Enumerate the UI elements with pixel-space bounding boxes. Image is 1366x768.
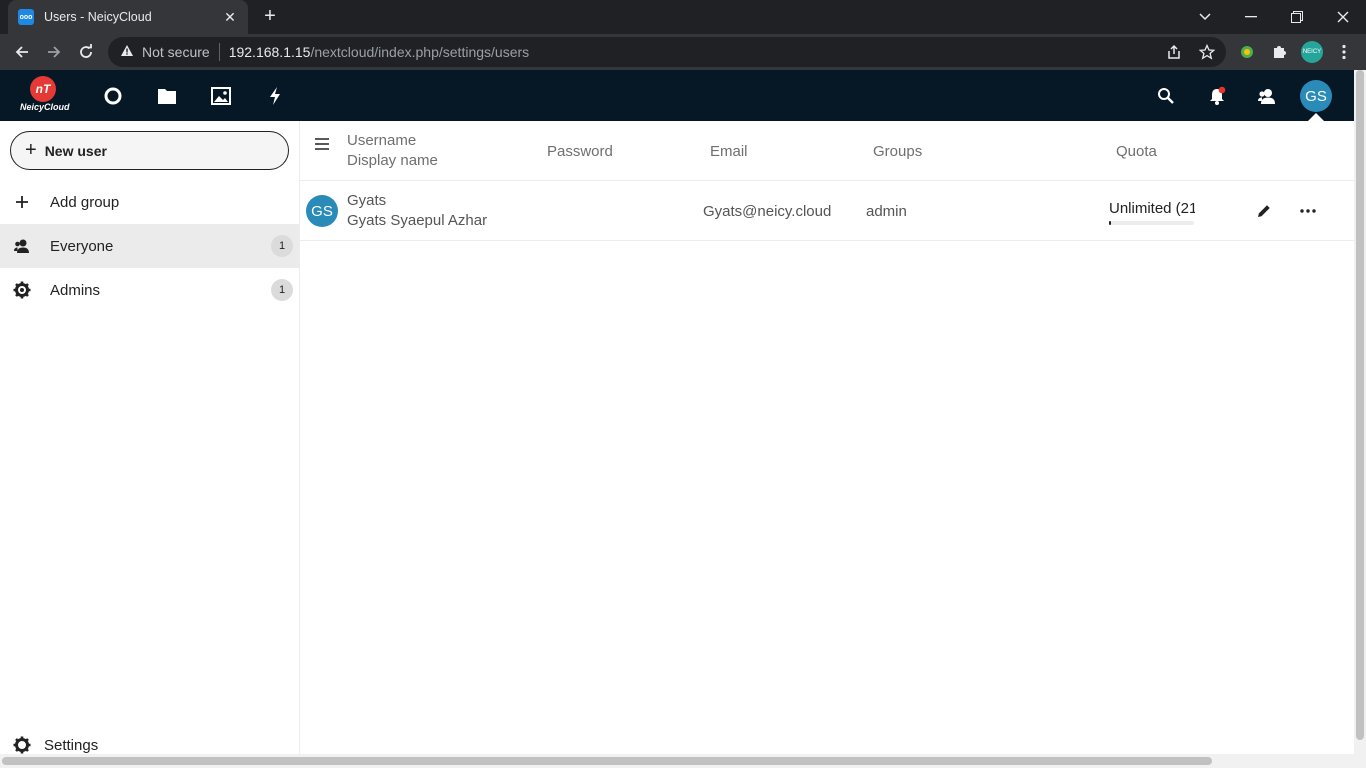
column-header-password: Password xyxy=(547,143,613,160)
close-window-icon[interactable] xyxy=(1320,0,1366,34)
security-label[interactable]: Not secure xyxy=(142,44,210,60)
dashboard-icon[interactable] xyxy=(99,82,127,110)
quota-label: Unlimited (21 xyxy=(1109,200,1195,217)
column-header-quota: Quota xyxy=(1116,143,1157,160)
logo-mark: nT xyxy=(30,76,56,102)
add-icon xyxy=(12,195,32,209)
bookmark-star-icon[interactable] xyxy=(1199,37,1215,67)
settings-label: Settings xyxy=(44,736,99,754)
extension-icon[interactable] xyxy=(1234,39,1260,65)
email-cell[interactable]: Gyats@neicy.cloud xyxy=(703,203,831,220)
search-icon[interactable] xyxy=(1152,82,1180,110)
avatar[interactable]: GS xyxy=(306,195,338,227)
new-user-button[interactable]: + New user xyxy=(10,131,289,170)
plus-icon: + xyxy=(25,139,37,161)
extensions-puzzle-icon[interactable] xyxy=(1266,39,1292,65)
user-table-header: Username Display name Password Email Gro… xyxy=(300,121,1354,181)
address-bar[interactable]: Not secure 192.168.1.15 /nextcloud/index… xyxy=(108,37,1226,67)
settings-gear-icon xyxy=(12,736,32,754)
forward-icon[interactable] xyxy=(40,38,68,66)
warning-icon[interactable] xyxy=(120,44,134,60)
logo-text: NeicyCloud xyxy=(20,102,70,112)
column-header-email: Email xyxy=(710,143,748,160)
share-icon[interactable] xyxy=(1166,37,1182,67)
more-actions-icon[interactable] xyxy=(1296,201,1320,221)
display-name-cell[interactable]: Gyats Syaepul Azhar xyxy=(347,212,487,229)
files-icon[interactable] xyxy=(153,82,181,110)
group-count-badge: 1 xyxy=(271,279,293,301)
user-avatar[interactable]: GS xyxy=(1300,80,1332,112)
quota-cell[interactable]: Unlimited (21 xyxy=(1109,200,1195,230)
browser-titlebar: ooo Users - NeicyCloud ✕ + xyxy=(0,0,1366,34)
groups-cell[interactable]: admin xyxy=(866,203,907,220)
quota-progress-fill xyxy=(1109,221,1111,225)
browser-toolbar: Not secure 192.168.1.15 /nextcloud/index… xyxy=(0,34,1366,70)
minimize-icon[interactable] xyxy=(1228,0,1274,34)
add-group-item[interactable]: Add group xyxy=(0,180,299,224)
user-menu-caret xyxy=(1308,113,1324,121)
neicycloud-logo[interactable]: nT NeicyCloud xyxy=(20,76,70,116)
new-user-label: New user xyxy=(44,142,107,159)
browser-menu-icon[interactable] xyxy=(1331,39,1357,65)
edit-pencil-icon[interactable] xyxy=(1252,201,1276,221)
back-icon[interactable] xyxy=(8,38,36,66)
url-host: 192.168.1.15 xyxy=(228,44,311,60)
tab-title: Users - NeicyCloud xyxy=(44,10,152,24)
activity-icon[interactable] xyxy=(261,82,289,110)
reload-icon[interactable] xyxy=(72,38,100,66)
username-cell: Gyats xyxy=(347,192,387,209)
group-count-badge: 1 xyxy=(271,235,293,257)
browser-tab[interactable]: ooo Users - NeicyCloud ✕ xyxy=(8,0,248,34)
notifications-icon[interactable] xyxy=(1203,82,1231,110)
hamburger-menu-icon[interactable] xyxy=(312,134,332,154)
users-icon xyxy=(12,238,32,254)
profile-avatar-icon[interactable]: NEICY xyxy=(1299,39,1325,65)
quota-progress-bar xyxy=(1109,221,1194,225)
omnibox-divider xyxy=(218,43,220,61)
tab-search-chevron-icon[interactable] xyxy=(1182,0,1228,34)
column-header-display-name: Display name xyxy=(347,152,438,169)
vertical-scrollbar[interactable] xyxy=(1354,70,1366,754)
new-tab-icon[interactable]: + xyxy=(258,4,282,28)
group-label-everyone: Everyone xyxy=(50,237,114,255)
vertical-scrollbar-thumb[interactable] xyxy=(1356,70,1364,740)
column-header-username: Username xyxy=(347,132,417,149)
restore-icon[interactable] xyxy=(1274,0,1320,34)
admin-gear-icon xyxy=(12,281,32,299)
horizontal-scrollbar[interactable] xyxy=(0,754,1366,768)
nextcloud-header: nT NeicyCloud GS xyxy=(0,70,1354,121)
tab-close-icon[interactable]: ✕ xyxy=(222,9,238,26)
add-group-label: Add group xyxy=(50,193,120,211)
horizontal-scrollbar-thumb[interactable] xyxy=(2,757,1212,765)
group-label-admins: Admins xyxy=(50,281,101,299)
table-row[interactable]: GS Gyats Gyats Syaepul Azhar Gyats@neicy… xyxy=(300,181,1354,241)
sidebar-item-everyone[interactable]: Everyone 1 xyxy=(0,224,299,268)
url-path: /nextcloud/index.php/settings/users xyxy=(310,44,530,60)
column-header-groups: Groups xyxy=(873,143,923,160)
sidebar-item-admins[interactable]: Admins 1 xyxy=(0,268,299,312)
app-navigation: + New user Add group Everyone 1 Admins 1… xyxy=(0,121,300,754)
nextcloud-favicon-icon: ooo xyxy=(18,9,34,25)
photos-icon[interactable] xyxy=(207,82,235,110)
contacts-icon[interactable] xyxy=(1253,82,1281,110)
